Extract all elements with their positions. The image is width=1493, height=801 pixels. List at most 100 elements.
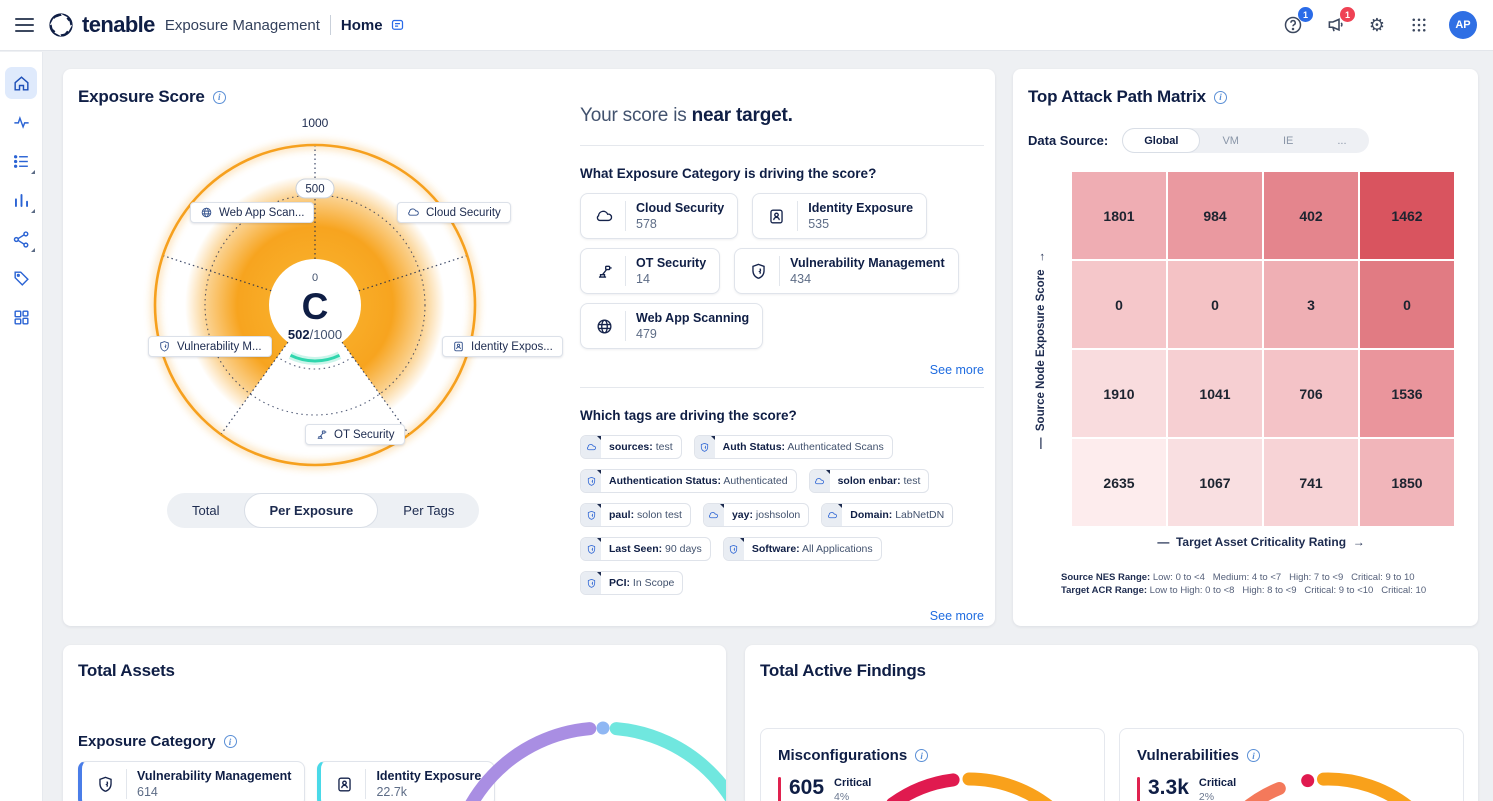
- misconfigurations-panel: Misconfigurations 605 Critical 4%: [760, 728, 1105, 801]
- cloud-icon: [810, 469, 830, 493]
- asset-category-chip[interactable]: Vulnerability Management 614: [78, 761, 305, 801]
- tenable-logo-mark: [46, 10, 76, 40]
- sidebar-item[interactable]: [5, 262, 37, 294]
- score-details: Your score is near target. What Exposure…: [580, 69, 984, 623]
- identity-icon: [452, 340, 465, 353]
- gauge-label-cloud-security[interactable]: Cloud Security: [397, 202, 511, 223]
- matrix-cell[interactable]: 706: [1264, 350, 1358, 437]
- score-headline: Your score is near target.: [580, 105, 984, 127]
- score-view-tab[interactable]: Total: [167, 493, 244, 528]
- score-view-tab[interactable]: Per Tags: [378, 493, 479, 528]
- matrix-cell[interactable]: 0: [1072, 261, 1166, 348]
- shield-icon: [581, 537, 601, 561]
- gauge-tick-500: 500: [305, 184, 324, 196]
- hamburger-menu-button[interactable]: [4, 5, 44, 45]
- matrix-cell[interactable]: 1041: [1168, 350, 1262, 437]
- shield-icon: [581, 571, 601, 595]
- sidebar-item[interactable]: [5, 223, 37, 255]
- cloud-icon: [591, 207, 617, 226]
- tag-chip[interactable]: Software: All Applications: [723, 537, 882, 561]
- category-chip[interactable]: Cloud Security 578: [580, 193, 738, 239]
- brand-name: tenable: [82, 12, 155, 38]
- assets-donut-chart: [433, 705, 726, 801]
- identity-icon: [763, 207, 789, 226]
- gauge-label-identity-exposure[interactable]: Identity Expos...: [442, 336, 563, 357]
- shield-icon: [92, 775, 118, 794]
- announcements-button[interactable]: 1: [1323, 13, 1347, 37]
- settings-gear-button[interactable]: ⚙: [1365, 13, 1389, 37]
- data-source-option[interactable]: Global: [1122, 128, 1200, 153]
- sidebar-item[interactable]: [5, 67, 37, 99]
- gauge-label-web-app-scanning[interactable]: Web App Scan...: [190, 202, 314, 223]
- analytics-icon: [12, 191, 31, 210]
- matrix-cell[interactable]: 1067: [1168, 439, 1262, 526]
- docs-icon[interactable]: [390, 18, 405, 33]
- info-icon[interactable]: [224, 735, 237, 748]
- matrix-cell[interactable]: 1801: [1072, 172, 1166, 259]
- tag-chip[interactable]: paul: solon test: [580, 503, 691, 527]
- matrix-cell[interactable]: 3: [1264, 261, 1358, 348]
- vulnerabilities-panel: Vulnerabilities 3.3k Critical 2%: [1119, 728, 1464, 801]
- cloud-icon: [581, 435, 601, 459]
- category-chip[interactable]: OT Security 14: [580, 248, 720, 294]
- shield-icon: [581, 503, 601, 527]
- shield-icon: [724, 537, 744, 561]
- page-title: Home: [341, 17, 383, 34]
- matrix-cell[interactable]: 0: [1168, 261, 1262, 348]
- matrix-cell[interactable]: 0: [1360, 261, 1454, 348]
- product-title: Exposure Management: [165, 17, 320, 34]
- gauge-label-ot-security[interactable]: OT Security: [305, 424, 405, 445]
- total-active-findings-card: Total Active Findings Misconfigurations …: [745, 645, 1478, 801]
- category-chip[interactable]: Vulnerability Management 434: [734, 248, 958, 294]
- topbar: tenable Exposure Management Home 1 1 ⚙ A…: [0, 0, 1493, 51]
- divider: [580, 387, 984, 388]
- tag-chip[interactable]: solon enbar: test: [809, 469, 930, 493]
- matrix-cell[interactable]: 1462: [1360, 172, 1454, 259]
- matrix-cell[interactable]: 984: [1168, 172, 1262, 259]
- category-chip[interactable]: Identity Exposure 535: [752, 193, 927, 239]
- tag-icon: [12, 269, 31, 288]
- sidebar-item[interactable]: [5, 184, 37, 216]
- see-more-tags-link[interactable]: See more: [580, 609, 984, 623]
- tag-chip[interactable]: yay: joshsolon: [703, 503, 809, 527]
- matrix-cell[interactable]: 2635: [1072, 439, 1166, 526]
- matrix-cell[interactable]: 1850: [1360, 439, 1454, 526]
- tag-chip[interactable]: sources: test: [580, 435, 682, 459]
- data-source-option[interactable]: VM: [1200, 128, 1261, 153]
- divider: [580, 145, 984, 146]
- see-more-categories-link[interactable]: See more: [580, 363, 984, 377]
- sidebar-item[interactable]: [5, 145, 37, 177]
- total-assets-card: Total Assets Exposure Category Vulnerabi…: [63, 645, 726, 801]
- matrix-cell[interactable]: 402: [1264, 172, 1358, 259]
- total-active-findings-title: Total Active Findings: [760, 661, 926, 681]
- data-source-option[interactable]: ...: [1315, 128, 1368, 153]
- tag-chip[interactable]: Auth Status: Authenticated Scans: [694, 435, 893, 459]
- total-assets-title: Total Assets: [78, 661, 175, 681]
- shield-icon: [695, 435, 715, 459]
- shield-icon: [745, 262, 771, 281]
- cloud-icon: [407, 206, 420, 219]
- tag-chip[interactable]: Authentication Status: Authenticated: [580, 469, 797, 493]
- matrix-cell[interactable]: 1536: [1360, 350, 1454, 437]
- tag-chip[interactable]: Last Seen: 90 days: [580, 537, 711, 561]
- tag-chip[interactable]: PCI: In Scope: [580, 571, 683, 595]
- score-view-tab[interactable]: Per Exposure: [244, 493, 378, 528]
- category-chip[interactable]: Web App Scanning 479: [580, 303, 763, 349]
- matrix-cell[interactable]: 741: [1264, 439, 1358, 526]
- user-avatar[interactable]: AP: [1449, 11, 1477, 39]
- matrix-legend: Source NES Range: Low: 0 to <4 Medium: 4…: [1061, 571, 1426, 597]
- matrix-cell[interactable]: 1910: [1072, 350, 1166, 437]
- data-source-option[interactable]: IE: [1261, 128, 1315, 153]
- category-question: What Exposure Category is driving the sc…: [580, 166, 984, 181]
- gauge-label-vulnerability-management[interactable]: Vulnerability M...: [148, 336, 272, 357]
- attack-path-matrix: 1801984402146200301910104170615362635106…: [1072, 172, 1450, 526]
- info-icon[interactable]: [1214, 91, 1227, 104]
- app-switcher-button[interactable]: [1407, 13, 1431, 37]
- matrix-y-axis-label: — Source Node Exposure Score →: [1035, 172, 1053, 528]
- cloud-icon: [704, 503, 724, 527]
- activity-icon: [12, 113, 31, 132]
- sidebar-item[interactable]: [5, 301, 37, 333]
- help-button[interactable]: 1: [1281, 13, 1305, 37]
- sidebar-item[interactable]: [5, 106, 37, 138]
- tag-chip[interactable]: Domain: LabNetDN: [821, 503, 953, 527]
